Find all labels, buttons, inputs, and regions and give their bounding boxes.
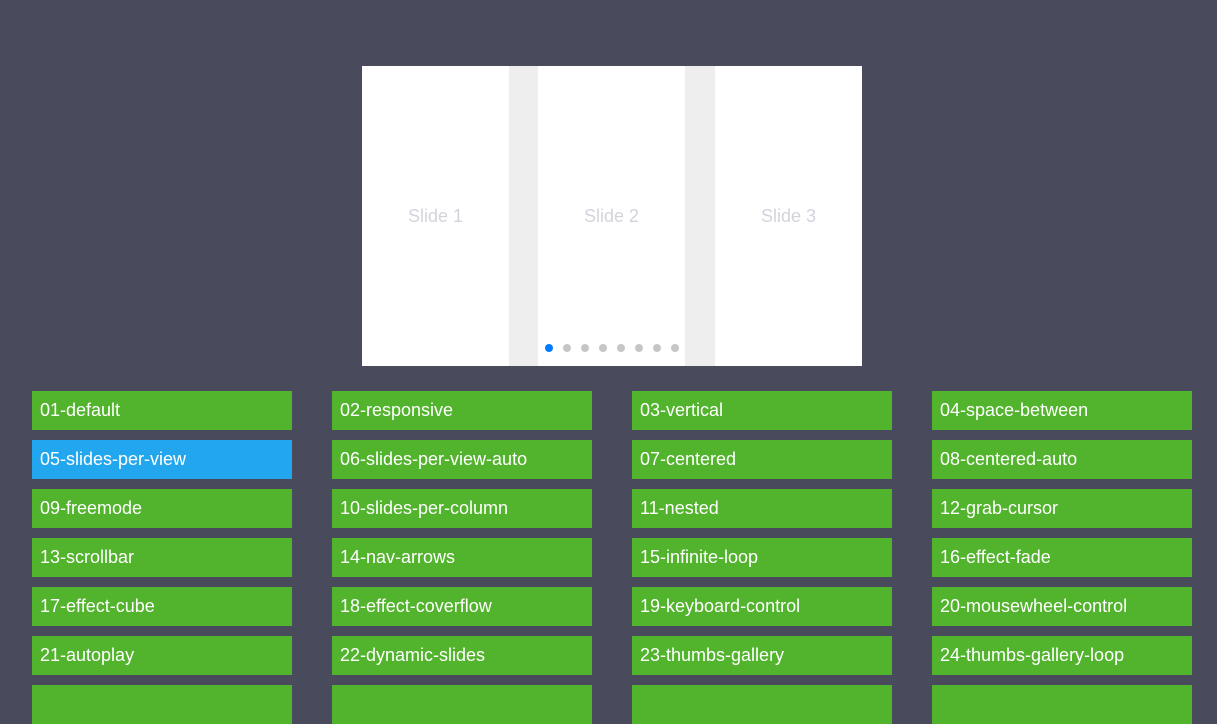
demo-link-23-thumbs-gallery[interactable]: 23-thumbs-gallery [632, 636, 892, 675]
pagination-bullet-8[interactable] [671, 344, 679, 352]
demo-link-09-freemode[interactable]: 09-freemode [32, 489, 292, 528]
pagination-bullet-4[interactable] [599, 344, 607, 352]
demo-link[interactable] [332, 685, 592, 724]
demo-link-19-keyboard-control[interactable]: 19-keyboard-control [632, 587, 892, 626]
demo-link-24-thumbs-gallery-loop[interactable]: 24-thumbs-gallery-loop [932, 636, 1192, 675]
demo-link-17-effect-cube[interactable]: 17-effect-cube [32, 587, 292, 626]
demo-link[interactable] [932, 685, 1192, 724]
slide-label: Slide 3 [760, 205, 817, 226]
demo-link-15-infinite-loop[interactable]: 15-infinite-loop [632, 538, 892, 577]
pagination-bullet-7[interactable] [653, 344, 661, 352]
demo-link-07-centered[interactable]: 07-centered [632, 440, 892, 479]
pagination-bullet-6[interactable] [635, 344, 643, 352]
slide-label: Slide 2 [583, 205, 640, 226]
demo-link-10-slides-per-column[interactable]: 10-slides-per-column [332, 489, 592, 528]
slide-1[interactable]: Slide 1 [362, 66, 509, 366]
pagination-bullet-3[interactable] [581, 344, 589, 352]
pagination-bullet-2[interactable] [563, 344, 571, 352]
demo-link-16-effect-fade[interactable]: 16-effect-fade [932, 538, 1192, 577]
demo-link-20-mousewheel-control[interactable]: 20-mousewheel-control [932, 587, 1192, 626]
demo-link-02-responsive[interactable]: 02-responsive [332, 391, 592, 430]
demo-link-08-centered-auto[interactable]: 08-centered-auto [932, 440, 1192, 479]
demo-link-13-scrollbar[interactable]: 13-scrollbar [32, 538, 292, 577]
demo-link-03-vertical[interactable]: 03-vertical [632, 391, 892, 430]
demo-link-18-effect-coverflow[interactable]: 18-effect-coverflow [332, 587, 592, 626]
demo-link-14-nav-arrows[interactable]: 14-nav-arrows [332, 538, 592, 577]
demo-link-05-slides-per-view[interactable]: 05-slides-per-view [32, 440, 292, 479]
slide-label: Slide 1 [407, 205, 464, 226]
demo-link[interactable] [32, 685, 292, 724]
demo-link-21-autoplay[interactable]: 21-autoplay [32, 636, 292, 675]
demo-link-11-nested[interactable]: 11-nested [632, 489, 892, 528]
demo-link-04-space-between[interactable]: 04-space-between [932, 391, 1192, 430]
demo-link-06-slides-per-view-auto[interactable]: 06-slides-per-view-auto [332, 440, 592, 479]
demo-link-22-dynamic-slides[interactable]: 22-dynamic-slides [332, 636, 592, 675]
pagination-bullet-1[interactable] [545, 344, 553, 352]
demo-link-01-default[interactable]: 01-default [32, 391, 292, 430]
slide-3[interactable]: Slide 3 [715, 66, 862, 366]
swiper-carousel[interactable]: Slide 1 Slide 2 Slide 3 [362, 66, 862, 366]
demo-link-12-grab-cursor[interactable]: 12-grab-cursor [932, 489, 1192, 528]
demo-link[interactable] [632, 685, 892, 724]
slide-2[interactable]: Slide 2 [538, 66, 685, 366]
pagination [362, 344, 862, 352]
pagination-bullet-5[interactable] [617, 344, 625, 352]
